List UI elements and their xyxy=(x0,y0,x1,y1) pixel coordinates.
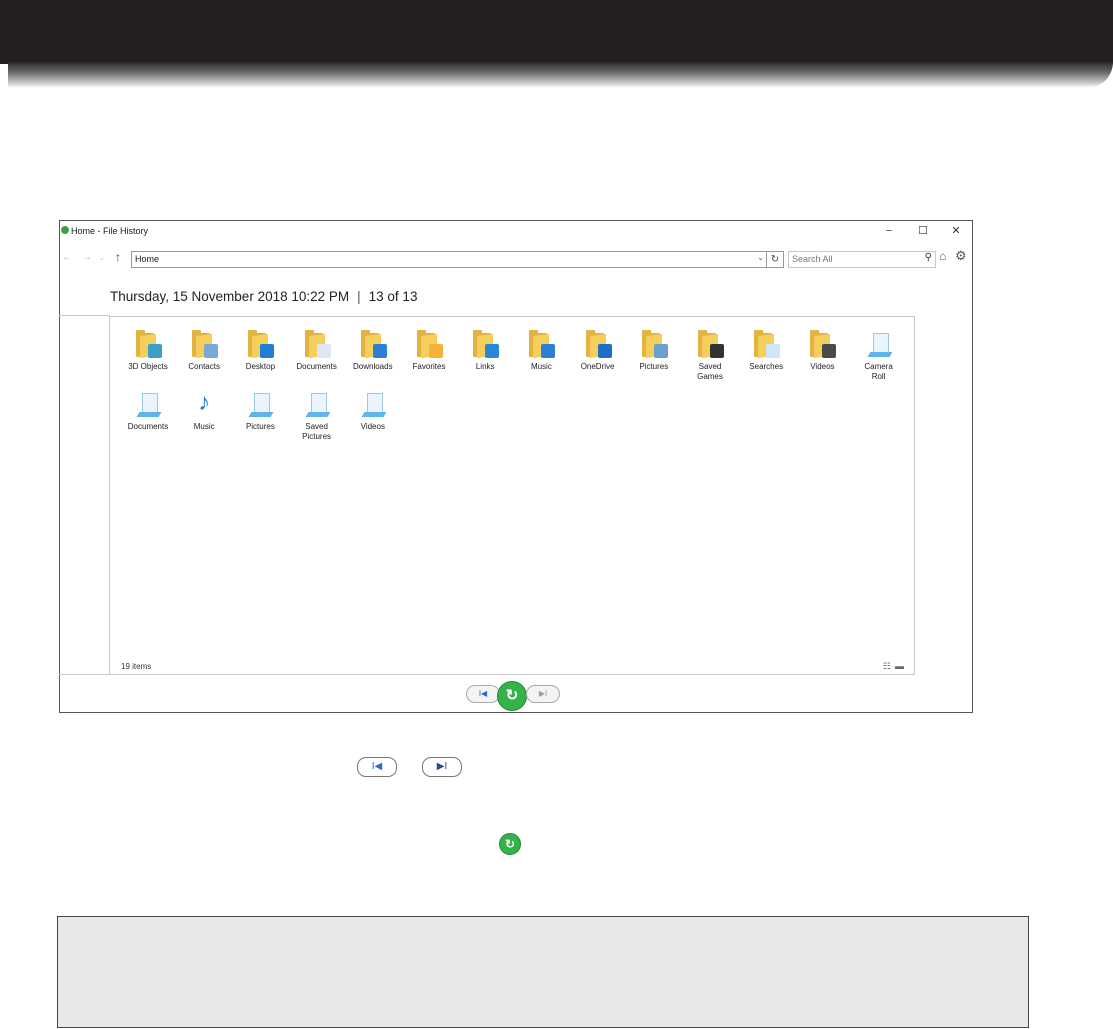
file-item-label: Music xyxy=(193,422,215,431)
maximize-button[interactable]: ☐ xyxy=(911,222,935,240)
file-history-window: Home - File History − ☐ ✕ ← → ⌄ ↑ Home ⌄… xyxy=(59,220,973,713)
search-icon[interactable]: ⚲ xyxy=(925,252,932,263)
backup-position: 13 of 13 xyxy=(368,289,418,304)
restore-button[interactable]: ↻ xyxy=(497,681,527,711)
window-title: Home - File History xyxy=(71,226,149,236)
file-item[interactable]: Saved Pictures xyxy=(289,389,345,442)
pictures-library-icon xyxy=(246,389,274,419)
file-item[interactable]: Pictures xyxy=(626,329,682,372)
file-item[interactable]: Saved Games xyxy=(682,329,738,382)
file-item[interactable]: Links xyxy=(457,329,513,372)
separator: | xyxy=(357,289,361,304)
file-item-label: Contacts xyxy=(188,362,220,371)
file-item[interactable]: Searches xyxy=(738,329,794,372)
file-item[interactable]: Documents xyxy=(289,329,345,372)
pictures-folder-icon xyxy=(640,329,668,359)
file-item[interactable]: Videos xyxy=(794,329,850,372)
3d-objects-folder-icon xyxy=(134,329,162,359)
large-icons-view-icon[interactable]: ▬ xyxy=(895,661,908,671)
searches-folder-icon xyxy=(752,329,781,359)
chevron-down-icon[interactable]: ⌄ xyxy=(757,253,764,262)
file-item-label: Saved Pictures xyxy=(302,422,332,441)
backup-date: Thursday, 15 November 2018 10:22 PM xyxy=(110,289,350,304)
file-item-label: Music xyxy=(530,362,552,371)
file-item-label: Desktop xyxy=(245,362,276,371)
file-item-label: Pictures xyxy=(245,422,275,431)
videos-folder-icon xyxy=(808,329,837,359)
search-input[interactable]: Search All ⚲ xyxy=(788,251,936,268)
close-button[interactable]: ✕ xyxy=(944,222,968,240)
navigation-bar: ← → ⌄ ↑ Home ⌄ ↻ Search All ⚲ ⌂ ⚙ xyxy=(60,248,972,269)
restore-icon: ↻ xyxy=(499,833,521,855)
next-version-button[interactable]: ▶I xyxy=(526,685,560,703)
forward-arrow-icon[interactable]: → xyxy=(82,252,92,263)
file-item[interactable]: Videos xyxy=(345,389,401,432)
file-item-label: Videos xyxy=(360,422,385,431)
file-item-label: Camera Roll xyxy=(864,362,893,381)
videos-library-icon xyxy=(359,389,387,419)
file-history-app-icon xyxy=(61,226,69,234)
file-list-pane: 3D Objects Contacts Desktop Documents Downlo… xyxy=(109,316,915,675)
file-item[interactable]: Camera Roll xyxy=(851,329,907,382)
file-item-label: Saved Games xyxy=(697,362,723,381)
gear-icon[interactable]: ⚙ xyxy=(955,248,967,264)
header-banner xyxy=(0,0,1113,64)
file-item[interactable]: Downloads xyxy=(345,329,401,372)
file-item-label: Links xyxy=(475,362,495,371)
next-version-icon: ▶I xyxy=(422,757,462,777)
item-count-status: 19 items xyxy=(121,662,152,671)
documents-folder-icon xyxy=(303,329,331,359)
file-item-label: Documents xyxy=(127,422,169,431)
search-placeholder: Search All xyxy=(792,254,833,264)
file-item-label: 3D Objects xyxy=(128,362,168,371)
saved-games-folder-icon xyxy=(696,329,724,359)
favorites-folder-icon xyxy=(415,329,443,359)
saved-pictures-library-icon xyxy=(303,389,331,419)
minimize-button[interactable]: − xyxy=(877,222,901,240)
file-item[interactable]: Favorites xyxy=(401,329,457,372)
refresh-button[interactable]: ↻ xyxy=(766,251,784,268)
contacts-folder-icon xyxy=(190,329,219,359)
file-item-label: Documents xyxy=(296,362,337,371)
file-item[interactable]: Documents xyxy=(120,389,176,432)
file-item[interactable]: Music xyxy=(513,329,569,372)
back-arrow-icon[interactable]: ← xyxy=(62,252,72,263)
file-item[interactable]: 3D Objects xyxy=(120,329,176,372)
recent-locations-chevron-icon[interactable]: ⌄ xyxy=(99,254,105,262)
onedrive-folder-icon xyxy=(584,329,612,359)
home-icon[interactable]: ⌂ xyxy=(939,249,946,263)
file-item-label: Searches xyxy=(749,362,784,371)
documents-library-icon xyxy=(134,389,162,419)
file-item[interactable]: Contacts xyxy=(176,329,232,372)
music-library-icon: ♪ xyxy=(198,389,211,416)
file-item-label: Favorites xyxy=(412,362,446,371)
links-folder-icon xyxy=(471,329,500,359)
camera-roll-library-icon xyxy=(865,329,893,359)
previous-version-pane[interactable] xyxy=(59,315,110,675)
previous-version-icon: I◀ xyxy=(357,757,397,777)
file-item[interactable]: Pictures xyxy=(232,389,288,432)
backup-date-bar: Thursday, 15 November 2018 10:22 PM | 13 o… xyxy=(110,289,417,304)
file-item-label: Pictures xyxy=(639,362,669,371)
previous-version-button[interactable]: I◀ xyxy=(466,685,500,703)
address-text: Home xyxy=(135,254,160,264)
view-toggle[interactable]: ☷▬ xyxy=(883,661,908,672)
address-bar[interactable]: Home ⌄ xyxy=(131,251,767,268)
file-item-label: OneDrive xyxy=(580,362,615,371)
file-item[interactable]: Desktop xyxy=(232,329,288,372)
header-banner-shadow xyxy=(8,62,1113,88)
downloads-folder-icon xyxy=(359,329,387,359)
desktop-folder-icon xyxy=(246,329,275,359)
details-view-icon[interactable]: ☷ xyxy=(883,661,895,671)
note-box xyxy=(57,916,1029,1028)
file-item-label: Videos xyxy=(810,362,835,371)
file-item-label: Downloads xyxy=(353,362,393,371)
file-item[interactable]: OneDrive xyxy=(570,329,626,372)
music-folder-icon xyxy=(527,329,556,359)
file-item[interactable]: ♪ Music xyxy=(176,389,232,432)
title-bar: Home - File History − ☐ ✕ xyxy=(60,221,972,241)
up-arrow-icon[interactable]: ↑ xyxy=(115,250,121,264)
